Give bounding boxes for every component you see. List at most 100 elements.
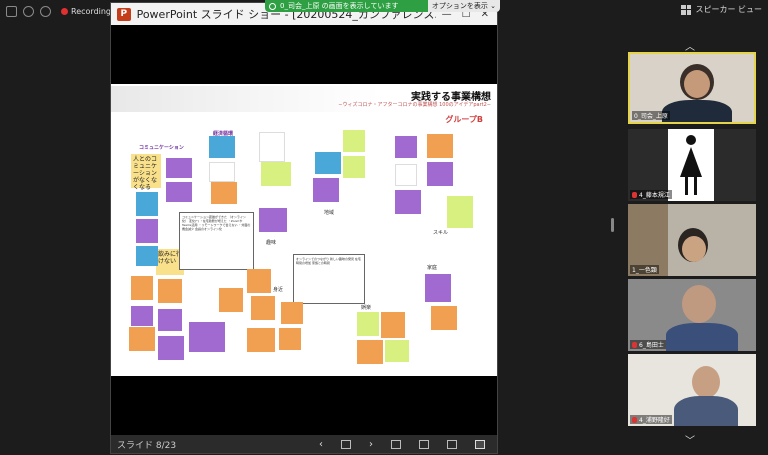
mic-muted-icon bbox=[632, 416, 637, 423]
scroll-up-chevron-icon[interactable]: ︿ bbox=[682, 38, 698, 53]
slide-canvas: 実践する事業構想 −ウィズコロナ・アフターコロナの事業構想 100のアイデアpa… bbox=[111, 84, 497, 376]
sticky-note bbox=[431, 306, 457, 330]
label-home: 家庭 bbox=[427, 265, 438, 271]
sticky-note bbox=[385, 340, 409, 362]
participant-name-tag: 4_浦野隆好 bbox=[630, 415, 672, 424]
sticky-note bbox=[136, 192, 158, 216]
sticky-note bbox=[261, 162, 291, 186]
label-hobby: 趣味 bbox=[266, 240, 277, 246]
participant-name: 0_司会_上原 bbox=[634, 113, 668, 120]
sticky-note bbox=[166, 158, 192, 178]
participant-tile-3[interactable]: 6_島田士 bbox=[628, 279, 756, 351]
sticky-note bbox=[259, 208, 287, 232]
sticky-note bbox=[343, 156, 365, 178]
participant-tile-2[interactable]: 1_一色顕 bbox=[628, 204, 756, 276]
mic-muted-icon bbox=[632, 191, 637, 198]
label-local: 地域 bbox=[324, 210, 335, 216]
participant-name: 6_島田士 bbox=[639, 342, 664, 349]
participant-body bbox=[666, 323, 738, 351]
sticky-note bbox=[259, 132, 285, 162]
participant-face bbox=[692, 366, 720, 398]
sticky-note bbox=[166, 182, 192, 202]
share-options-button[interactable]: オプションを表示 ⌄ bbox=[427, 0, 500, 12]
sticky-note bbox=[381, 312, 405, 338]
sticky-note bbox=[357, 340, 383, 364]
avatar-icon bbox=[686, 135, 696, 145]
recording-indicator[interactable]: Recording bbox=[61, 7, 111, 16]
avatar-leg-icon bbox=[685, 177, 688, 195]
sticky-note bbox=[158, 279, 182, 303]
panel-resize-handle[interactable] bbox=[611, 218, 614, 232]
sticky-note bbox=[357, 312, 379, 336]
slide-sorter-icon[interactable] bbox=[341, 439, 351, 449]
label-neighbor: 身近 bbox=[273, 287, 284, 293]
mic-muted-icon bbox=[632, 341, 637, 348]
sticky-note bbox=[343, 130, 365, 152]
sticky-note bbox=[427, 162, 453, 186]
sticky-note bbox=[129, 327, 155, 351]
avatar-dress-icon bbox=[680, 147, 702, 177]
participant-name-tag: 0_司会_上原 bbox=[632, 111, 670, 120]
slideshow-view-icon[interactable] bbox=[475, 439, 485, 449]
participant-name-tag: 6_島田士 bbox=[630, 340, 666, 349]
participant-name-tag: 4_藤本規江 bbox=[630, 190, 672, 199]
memo-online-connections: オンラインでのつながり 新しい趣味の発見 在宅時間の増加 家族との時間 bbox=[293, 254, 365, 304]
recording-label: Recording bbox=[71, 6, 112, 16]
ppt-status-bar: スライド 8/23 ‹ › bbox=[111, 435, 497, 453]
info-icon[interactable] bbox=[6, 5, 17, 17]
speaker-view-label: スピーカー ビュー bbox=[695, 5, 762, 14]
sticky-note bbox=[136, 219, 158, 243]
zoom-window: Recording スピーカー ビュー P PowerPoint スライド ショ… bbox=[0, 0, 768, 455]
participant-name: 4_浦野隆好 bbox=[639, 417, 670, 424]
sticky-note bbox=[427, 134, 453, 158]
powerpoint-window: P PowerPoint スライド ショー - [20200524_カンファレン… bbox=[110, 2, 498, 454]
sticky-note bbox=[447, 196, 473, 228]
slide-subtitle: −ウィズコロナ・アフターコロナの事業構想 100のアイデアpart2− bbox=[338, 102, 491, 108]
participant-face bbox=[684, 70, 710, 98]
grid-view-icon bbox=[681, 4, 692, 15]
slide-counter: スライド 8/23 bbox=[117, 440, 177, 451]
participant-face bbox=[682, 236, 706, 262]
participant-body bbox=[662, 100, 732, 122]
screen-share-banner: 0_司会_上原 の画面を表示しています オプションを表示 ⌄ bbox=[265, 0, 500, 12]
presenter-view-icon[interactable] bbox=[391, 439, 401, 449]
participant-face bbox=[682, 285, 716, 323]
sticky-note bbox=[395, 190, 421, 214]
sticky-note bbox=[395, 164, 417, 186]
sticky-note bbox=[158, 336, 184, 360]
participant-body bbox=[674, 396, 738, 426]
sticky-note bbox=[209, 162, 235, 182]
sticky-note bbox=[136, 246, 158, 266]
avatar-placeholder bbox=[668, 129, 714, 201]
next-slide-icon[interactable]: › bbox=[369, 439, 373, 450]
note-communication-loss: 人とのコミュニケーションがなくなくなる bbox=[131, 154, 161, 191]
slide-group-label: グループB bbox=[445, 115, 483, 124]
sticky-note bbox=[395, 136, 417, 158]
sticky-note bbox=[247, 328, 275, 352]
category-communication: コミュニケーション bbox=[139, 145, 184, 151]
connection-icon[interactable] bbox=[40, 5, 51, 17]
reading-view-icon[interactable] bbox=[447, 439, 457, 449]
sticky-note bbox=[425, 274, 451, 302]
participant-tile-0[interactable]: 0_司会_上原 bbox=[628, 52, 756, 124]
participant-tile-1[interactable]: 4_藤本規江 bbox=[628, 129, 756, 201]
participant-name: 1_一色顕 bbox=[632, 267, 657, 274]
participant-name: 4_藤本規江 bbox=[639, 192, 670, 199]
scroll-down-chevron-icon[interactable]: ﹀ bbox=[682, 432, 698, 447]
speaker-view-button[interactable]: スピーカー ビュー bbox=[681, 4, 762, 15]
label-skill: スキル bbox=[433, 230, 449, 236]
powerpoint-logo-icon: P bbox=[117, 7, 131, 21]
share-status-icon bbox=[269, 2, 276, 10]
grid-slides-icon[interactable] bbox=[419, 439, 429, 449]
sticky-note bbox=[158, 309, 182, 331]
avatar-leg-icon bbox=[694, 177, 697, 195]
participant-tile-4[interactable]: 4_浦野隆好 bbox=[628, 354, 756, 426]
sticky-note bbox=[313, 178, 339, 202]
sticky-note bbox=[251, 296, 275, 320]
security-shield-icon[interactable] bbox=[23, 5, 34, 17]
prev-slide-icon[interactable]: ‹ bbox=[319, 439, 323, 450]
recording-dot-icon bbox=[61, 7, 68, 15]
sticky-note bbox=[281, 302, 303, 324]
memo-communication-distance: コミュニケーション距離ができた （オンライン化） 変化(*) ・在宅勤務が増えた… bbox=[179, 212, 254, 270]
sticky-note bbox=[315, 152, 341, 174]
